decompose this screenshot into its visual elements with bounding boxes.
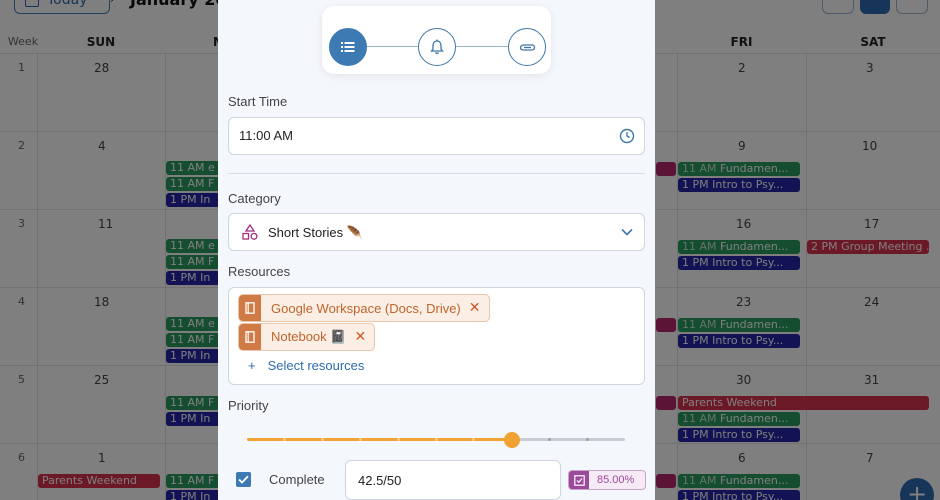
check-icon <box>238 475 249 484</box>
score-input[interactable]: 42.5/50 <box>345 460 561 500</box>
checklist-icon <box>569 471 589 489</box>
slider-step-mark <box>547 437 551 441</box>
resource-chip: Notebook 📓 ✕ <box>238 323 376 351</box>
select-resources-button[interactable]: + Select resources <box>248 358 364 373</box>
event-edit-dialog: Start Time 11:00 AM Category Short Stori… <box>218 0 655 500</box>
remove-icon[interactable]: ✕ <box>354 329 366 345</box>
section-divider <box>228 173 645 174</box>
category-value: Short Stories 🪶 <box>268 225 363 240</box>
slider-step-mark <box>358 437 362 441</box>
start-time-value: 11:00 AM <box>239 128 293 143</box>
step-reminders[interactable] <box>418 28 456 66</box>
clock-icon[interactable] <box>619 128 635 144</box>
book-icon <box>239 295 261 321</box>
paperclip-icon <box>519 44 536 51</box>
percent-value: 85.00% <box>597 474 635 486</box>
resource-chip: Google Workspace (Docs, Drive) ✕ <box>238 294 490 322</box>
percent-badge: 85.00% <box>568 470 646 490</box>
priority-label: Priority <box>228 398 269 413</box>
step-indicator <box>322 6 551 74</box>
resource-chip-label: Notebook 📓 <box>271 329 347 344</box>
resource-chip-label: Google Workspace (Docs, Drive) <box>271 300 461 316</box>
plus-icon: + <box>248 358 256 373</box>
start-time-field[interactable]: 11:00 AM <box>228 117 645 155</box>
slider-step-mark <box>396 437 400 441</box>
category-label: Category <box>228 191 281 206</box>
list-icon <box>341 42 355 52</box>
step-connector <box>366 46 418 47</box>
priority-slider-thumb[interactable] <box>503 431 520 448</box>
resources-label: Resources <box>228 264 291 279</box>
step-connector <box>456 46 508 47</box>
slider-step-mark <box>434 437 438 441</box>
bell-icon <box>430 39 444 55</box>
category-select[interactable]: Short Stories 🪶 <box>228 213 645 251</box>
select-resources-label: Select resources <box>267 358 365 373</box>
complete-label: Complete <box>269 472 325 487</box>
remove-icon[interactable]: ✕ <box>469 300 481 316</box>
complete-checkbox[interactable] <box>236 472 251 487</box>
score-value: 42.5/50 <box>358 473 402 488</box>
priority-slider[interactable] <box>247 431 625 448</box>
step-details[interactable] <box>329 28 367 66</box>
start-time-label: Start Time <box>228 94 288 109</box>
slider-step-mark <box>585 437 589 441</box>
shapes-icon <box>242 224 258 240</box>
slider-step-mark <box>472 437 476 441</box>
step-attachments[interactable] <box>508 28 546 66</box>
slider-step-mark <box>321 437 325 441</box>
chevron-down-icon <box>621 228 633 236</box>
book-icon <box>239 324 261 350</box>
slider-step-mark <box>283 437 287 441</box>
